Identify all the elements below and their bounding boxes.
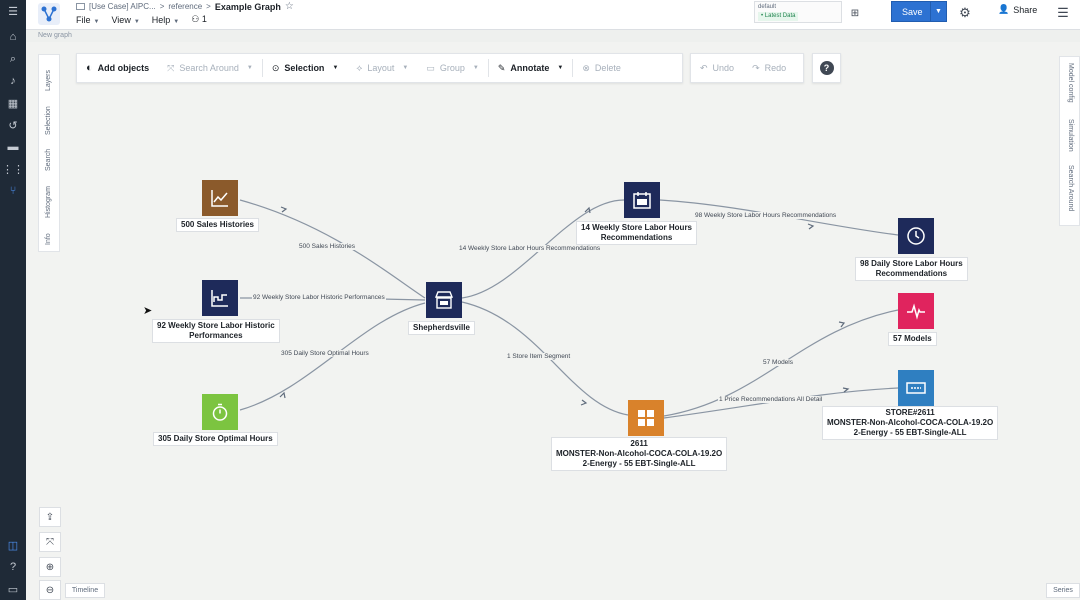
undo-icon: ↶ bbox=[700, 62, 708, 73]
node-store-item-segment[interactable] bbox=[628, 400, 664, 436]
annotate-button[interactable]: ✎ Annotate ▼ bbox=[489, 54, 573, 82]
node-models[interactable] bbox=[898, 293, 934, 329]
clock-icon bbox=[907, 227, 925, 245]
card-icon bbox=[906, 382, 926, 394]
delete-button[interactable]: ⊗ Delete bbox=[573, 54, 630, 82]
group-icon: ▭ bbox=[426, 62, 435, 73]
line-chart-icon bbox=[211, 190, 228, 207]
add-objects-icon: ◐ bbox=[86, 62, 93, 74]
edge-label-daily[interactable]: 98 Weekly Store Labor Hours Recommendati… bbox=[694, 212, 838, 219]
selection-button[interactable]: ⊙ Selection ▼ bbox=[263, 54, 348, 82]
edge-label-labor-hist[interactable]: 92 Weekly Store Labor Historic Performan… bbox=[252, 294, 386, 301]
edge-label-sales[interactable]: 500 Sales Histories bbox=[298, 243, 356, 250]
shop-icon bbox=[434, 291, 454, 309]
export-icon[interactable]: ⇪ bbox=[39, 507, 61, 527]
redo-button[interactable]: ↷ Redo bbox=[743, 54, 795, 82]
edge-arrow bbox=[838, 321, 846, 328]
right-side-tabs: Model config Simulation Search Around bbox=[1059, 56, 1080, 226]
help-toolbar: ? bbox=[812, 53, 841, 83]
help-icon[interactable]: ? bbox=[819, 61, 834, 75]
node-label[interactable]: 98 Daily Store Labor Hours Recommendation… bbox=[855, 257, 968, 281]
node-label[interactable]: Shepherdsville bbox=[408, 321, 475, 335]
timeline-button[interactable]: Timeline bbox=[65, 583, 105, 598]
edge-label-models[interactable]: 57 Models bbox=[762, 359, 794, 366]
add-objects-button[interactable]: ◐ Add objects bbox=[77, 54, 158, 82]
delete-icon: ⊗ bbox=[582, 62, 590, 73]
node-label[interactable]: 2611 MONSTER-Non-Alcohol-COCA-COLA-19.2O 2… bbox=[551, 437, 728, 471]
node-label[interactable]: 500 Sales Histories bbox=[176, 218, 259, 232]
mouse-cursor-icon: ➤ bbox=[143, 305, 153, 317]
node-shepherdsville[interactable] bbox=[426, 282, 462, 318]
layout-icon: ⟡ bbox=[356, 62, 363, 73]
series-button[interactable]: Series bbox=[1046, 583, 1080, 598]
edge-label-segment[interactable]: 1 Store Item Segment bbox=[506, 353, 572, 360]
pulse-icon bbox=[907, 303, 925, 320]
chart-icon bbox=[211, 290, 228, 307]
edge-label-optimal[interactable]: 305 Daily Store Optimal Hours bbox=[280, 350, 370, 357]
left-side-tabs: Layers Selection Search Histogram Info bbox=[38, 54, 60, 252]
group-button[interactable]: ▭ Group ▼ bbox=[417, 54, 487, 82]
grid-icon bbox=[638, 410, 654, 426]
node-label[interactable]: 305 Daily Store Optimal Hours bbox=[153, 432, 278, 446]
layout-button[interactable]: ⟡ Layout ▼ bbox=[347, 54, 417, 82]
edge-arrow bbox=[280, 206, 288, 213]
node-label[interactable]: 14 Weekly Store Labor Hours Recommendatio… bbox=[576, 221, 697, 245]
edge-arrow bbox=[807, 223, 815, 230]
annotate-icon: ✎ bbox=[497, 62, 506, 73]
graph-toolbar: ◐ Add objects ⤧ Search Around ▼ ⊙ Selection ▼… bbox=[76, 53, 683, 83]
edge-arrow bbox=[279, 391, 286, 399]
node-label[interactable]: STORE#2611 MONSTER-Non-Alcohol-COCA-COLA-… bbox=[822, 406, 999, 440]
node-label[interactable]: 92 Weekly Store Labor Historic Performanc… bbox=[152, 319, 280, 343]
edge-label-price[interactable]: 1 Price Recommendations All Detail bbox=[718, 396, 824, 403]
fit-to-screen-icon[interactable]: ⤧ bbox=[39, 532, 61, 552]
node-label[interactable]: 57 Models bbox=[888, 332, 937, 346]
node-daily-recommendations[interactable] bbox=[898, 218, 934, 254]
redo-icon: ↷ bbox=[752, 62, 760, 73]
node-labor-historic[interactable] bbox=[202, 280, 238, 316]
calendar-icon bbox=[633, 192, 651, 209]
zoom-out-icon[interactable]: ⊖ bbox=[39, 580, 61, 600]
selection-icon: ⊙ bbox=[271, 62, 280, 73]
search-around-button[interactable]: ⤧ Search Around ▼ bbox=[158, 54, 262, 82]
undo-button[interactable]: ↶ Undo bbox=[691, 54, 743, 82]
search-around-icon: ⤧ bbox=[167, 62, 175, 73]
node-price-recommendation[interactable] bbox=[898, 370, 934, 406]
node-sales-histories[interactable] bbox=[202, 180, 238, 216]
stopwatch-icon bbox=[212, 403, 228, 421]
zoom-in-icon[interactable]: ⊕ bbox=[39, 557, 61, 577]
history-toolbar: ↶ Undo ↷ Redo bbox=[690, 53, 804, 83]
edge-arrow bbox=[580, 399, 588, 406]
node-optimal-hours[interactable] bbox=[202, 394, 238, 430]
node-weekly-recommendations[interactable] bbox=[624, 182, 660, 218]
edge-label-weekly[interactable]: 14 Weekly Store Labor Hours Recommendati… bbox=[458, 245, 602, 252]
